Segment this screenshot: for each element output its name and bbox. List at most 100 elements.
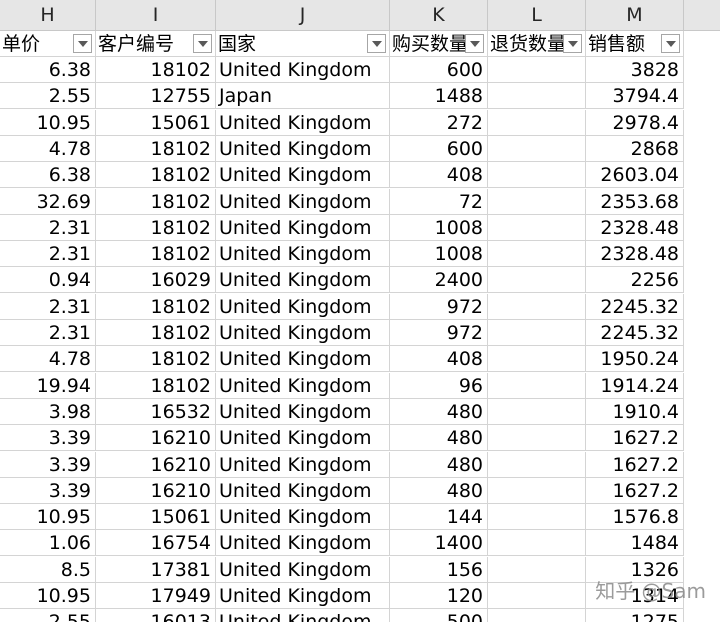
table-cell[interactable]: 3.39	[0, 477, 96, 504]
filter-dropdown-icon[interactable]	[465, 34, 484, 53]
header-cell[interactable]: 销售额	[586, 31, 684, 57]
table-cell[interactable]: 17949	[96, 583, 216, 609]
table-cell[interactable]: 2.31	[0, 293, 96, 320]
table-cell[interactable]: 10.95	[0, 504, 96, 531]
table-cell[interactable]	[488, 109, 586, 136]
table-cell[interactable]: 2353.68	[586, 188, 684, 215]
table-cell[interactable]	[488, 372, 586, 399]
header-cell[interactable]: 退货数量	[488, 31, 586, 57]
table-cell[interactable]	[488, 398, 586, 425]
table-cell[interactable]: 2978.4	[586, 109, 684, 136]
table-cell[interactable]: 1627.2	[586, 425, 684, 452]
table-cell[interactable]: 8.5	[0, 556, 96, 583]
table-cell[interactable]: 972	[390, 320, 488, 346]
table-cell[interactable]: 17381	[96, 556, 216, 583]
table-cell[interactable]: 18102	[96, 241, 216, 268]
table-cell[interactable]: United Kingdom	[216, 109, 390, 136]
filter-dropdown-icon[interactable]	[73, 34, 92, 53]
table-cell[interactable]: 18102	[96, 320, 216, 346]
table-cell[interactable]: 6.38	[0, 57, 96, 83]
table-cell[interactable]: 1910.4	[586, 398, 684, 425]
table-cell[interactable]: 16210	[96, 451, 216, 478]
table-cell[interactable]: 272	[390, 109, 488, 136]
table-cell[interactable]: United Kingdom	[216, 425, 390, 452]
table-cell[interactable]: 2.31	[0, 241, 96, 268]
table-cell[interactable]: 1488	[390, 83, 488, 110]
table-cell[interactable]	[488, 135, 586, 162]
table-cell[interactable]: 18102	[96, 57, 216, 83]
table-cell[interactable]	[488, 609, 586, 622]
table-cell[interactable]: United Kingdom	[216, 188, 390, 215]
table-cell[interactable]	[488, 320, 586, 346]
table-cell[interactable]: 2868	[586, 135, 684, 162]
table-cell[interactable]: 600	[390, 57, 488, 83]
table-cell[interactable]: 408	[390, 162, 488, 189]
table-cell[interactable]: 1627.2	[586, 451, 684, 478]
column-letter-m[interactable]: M	[586, 0, 684, 30]
header-cell[interactable]: 单价	[0, 31, 96, 57]
table-cell[interactable]	[488, 477, 586, 504]
table-cell[interactable]	[488, 583, 586, 609]
column-letter-h[interactable]: H	[0, 0, 96, 30]
table-cell[interactable]: 3.98	[0, 398, 96, 425]
filter-dropdown-icon[interactable]	[193, 34, 212, 53]
table-cell[interactable]: 2.31	[0, 214, 96, 241]
table-cell[interactable]: United Kingdom	[216, 477, 390, 504]
table-cell[interactable]: 18102	[96, 346, 216, 373]
table-cell[interactable]: 1008	[390, 241, 488, 268]
table-cell[interactable]: 12755	[96, 83, 216, 110]
table-cell[interactable]: United Kingdom	[216, 372, 390, 399]
table-cell[interactable]: 2603.04	[586, 162, 684, 189]
table-cell[interactable]	[488, 346, 586, 373]
table-cell[interactable]: 120	[390, 583, 488, 609]
table-cell[interactable]: 96	[390, 372, 488, 399]
table-cell[interactable]: 156	[390, 556, 488, 583]
table-cell[interactable]: 2328.48	[586, 241, 684, 268]
table-cell[interactable]	[488, 530, 586, 557]
table-cell[interactable]: 1.06	[0, 530, 96, 557]
table-cell[interactable]: Japan	[216, 83, 390, 110]
table-cell[interactable]: 1484	[586, 530, 684, 557]
table-cell[interactable]	[488, 57, 586, 83]
table-cell[interactable]: 2.55	[0, 83, 96, 110]
table-cell[interactable]	[488, 504, 586, 531]
filter-dropdown-icon[interactable]	[661, 34, 680, 53]
table-cell[interactable]	[488, 293, 586, 320]
table-cell[interactable]	[488, 214, 586, 241]
table-cell[interactable]: 32.69	[0, 188, 96, 215]
table-cell[interactable]: 16210	[96, 477, 216, 504]
table-cell[interactable]: United Kingdom	[216, 451, 390, 478]
table-cell[interactable]: 1627.2	[586, 477, 684, 504]
table-cell[interactable]: United Kingdom	[216, 398, 390, 425]
table-cell[interactable]: 18102	[96, 162, 216, 189]
table-cell[interactable]: 10.95	[0, 109, 96, 136]
table-cell[interactable]: 3794.4	[586, 83, 684, 110]
header-cell[interactable]: 客户编号	[96, 31, 216, 57]
filter-dropdown-icon[interactable]	[367, 34, 386, 53]
table-cell[interactable]: 1950.24	[586, 346, 684, 373]
table-cell[interactable]: 15061	[96, 504, 216, 531]
table-cell[interactable]: United Kingdom	[216, 609, 390, 622]
table-cell[interactable]: 3828	[586, 57, 684, 83]
table-cell[interactable]: United Kingdom	[216, 241, 390, 268]
table-cell[interactable]: 18102	[96, 372, 216, 399]
table-cell[interactable]: 4.78	[0, 346, 96, 373]
table-cell[interactable]: United Kingdom	[216, 293, 390, 320]
table-cell[interactable]: 18102	[96, 293, 216, 320]
table-cell[interactable]: 408	[390, 346, 488, 373]
table-cell[interactable]: 2.31	[0, 320, 96, 346]
table-cell[interactable]	[488, 241, 586, 268]
table-cell[interactable]: 2256	[586, 267, 684, 294]
table-cell[interactable]	[488, 188, 586, 215]
table-cell[interactable]	[488, 83, 586, 110]
table-cell[interactable]: United Kingdom	[216, 135, 390, 162]
table-cell[interactable]: 6.38	[0, 162, 96, 189]
table-cell[interactable]: 144	[390, 504, 488, 531]
header-cell[interactable]: 国家	[216, 31, 390, 57]
table-cell[interactable]: 1008	[390, 214, 488, 241]
table-cell[interactable]: 18102	[96, 135, 216, 162]
table-cell[interactable]: 480	[390, 451, 488, 478]
table-cell[interactable]: 500	[390, 609, 488, 622]
table-cell[interactable]: 1576.8	[586, 504, 684, 531]
table-cell[interactable]	[488, 556, 586, 583]
